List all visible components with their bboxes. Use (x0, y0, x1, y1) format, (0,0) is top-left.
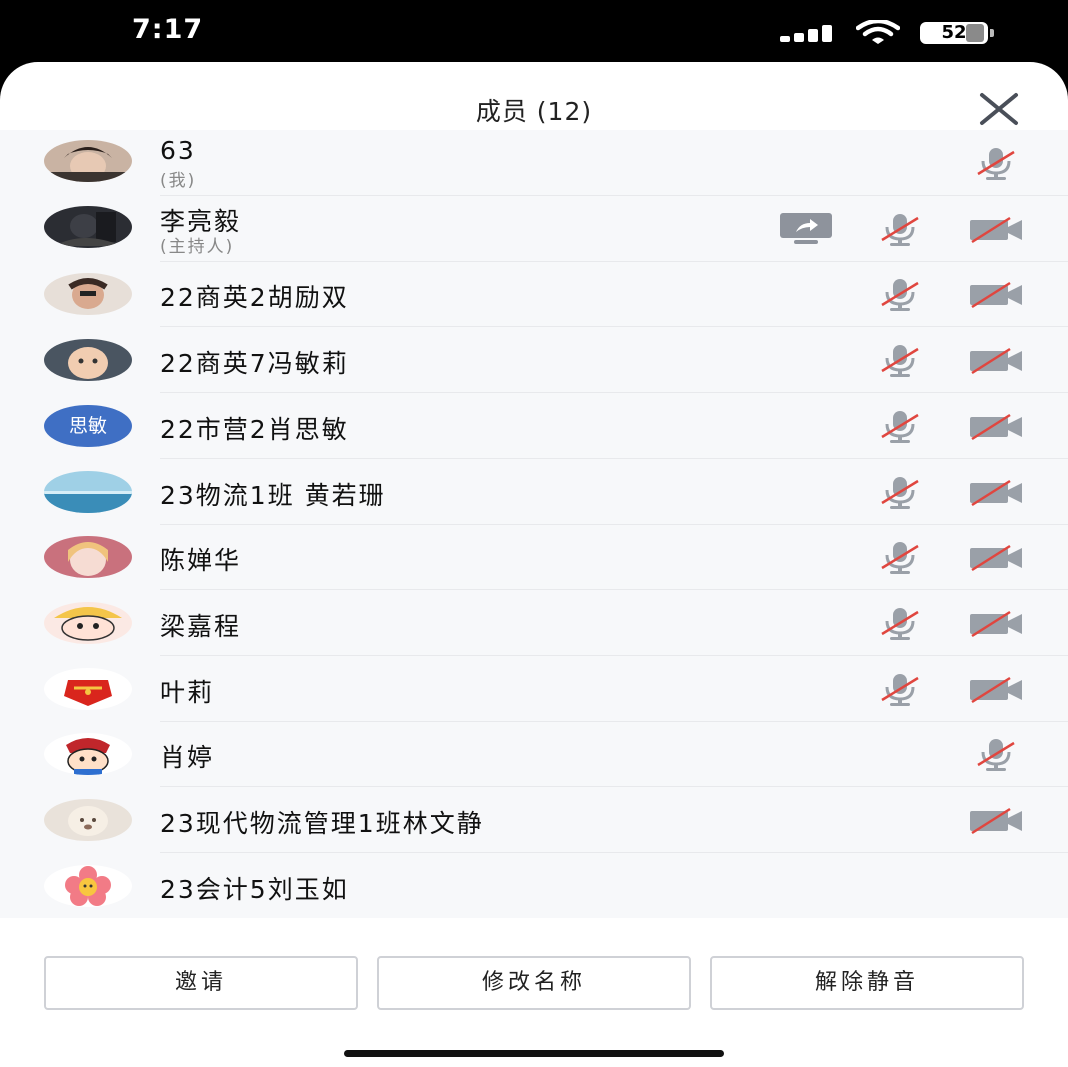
member-list[interactable]: 63 (我) 李亮毅 (主持人) 22商英2胡励双 22商英7冯敏莉思敏 22市营2肖思敏 2… (0, 130, 1068, 918)
camera-off-icon[interactable] (968, 343, 1024, 377)
status-bar: 7:17 52 (0, 0, 1068, 62)
avatar (44, 470, 132, 513)
sheet-title: 成员 (12) (475, 97, 593, 126)
camera-off-icon[interactable] (968, 475, 1024, 509)
muted-mic-icon[interactable] (878, 540, 922, 575)
avatar-initials: 思敏 (68, 414, 107, 437)
wifi-icon (856, 20, 900, 44)
battery-icon: 52 (920, 22, 994, 44)
member-name: 陈婵华 (160, 546, 242, 576)
camera-off-icon[interactable] (968, 606, 1024, 640)
home-indicator (344, 1050, 724, 1057)
avatar (44, 667, 132, 710)
invite-button[interactable]: 邀请 (44, 956, 358, 1010)
avatar (44, 273, 132, 316)
muted-mic-icon[interactable] (878, 277, 922, 312)
camera-off-icon[interactable] (968, 409, 1024, 443)
avatar (44, 864, 132, 907)
member-name: 22市营2肖思敏 (160, 414, 349, 444)
member-name: 22商英7冯敏莉 (160, 349, 349, 379)
avatar (44, 601, 132, 644)
member-row[interactable]: 叶莉 (0, 656, 1068, 722)
muted-mic-icon[interactable] (878, 212, 922, 246)
member-row[interactable]: 23现代物流管理1班林文静 (0, 787, 1068, 853)
member-row[interactable]: 肖婷 (0, 721, 1068, 788)
close-icon[interactable] (978, 92, 1020, 126)
member-row[interactable]: 李亮毅 (主持人) (0, 196, 1068, 262)
camera-off-icon[interactable] (968, 212, 1024, 246)
avatar (44, 140, 132, 182)
member-name: 23现代物流管理1班林文静 (160, 809, 484, 838)
avatar (44, 799, 132, 841)
members-sheet: 成员 (12) 63 (我) 李亮毅 (主持人) 22商英2胡励双 22商英7冯敏莉思敏 2… (0, 62, 1068, 1067)
member-row[interactable]: 陈婵华 (0, 524, 1068, 591)
avatar (44, 536, 132, 579)
avatar (44, 733, 132, 776)
member-name: 63 (160, 136, 196, 165)
action-bar: 邀请 修改名称 解除静音 (0, 918, 1068, 1067)
member-name: 肖婷 (160, 743, 215, 773)
member-name: 叶莉 (160, 677, 215, 707)
screen-share-icon[interactable] (778, 212, 834, 246)
member-role: (我) (160, 171, 197, 191)
member-name: 22商英2胡励双 (160, 283, 349, 313)
member-row[interactable]: 梁嘉程 (0, 590, 1068, 656)
battery-percent: 52 (941, 22, 967, 43)
muted-mic-icon[interactable] (878, 672, 922, 706)
member-row[interactable]: 22商英7冯敏莉 (0, 327, 1068, 394)
member-name: 23物流1班 黄若珊 (160, 480, 386, 510)
muted-mic-icon[interactable] (974, 146, 1018, 180)
camera-off-icon[interactable] (968, 277, 1024, 311)
avatar (44, 339, 132, 382)
sheet-header: 成员 (12) (0, 62, 1068, 130)
muted-mic-icon[interactable] (974, 737, 1018, 772)
cellular-signal-icon (780, 24, 836, 42)
member-role: (主持人) (160, 236, 235, 257)
muted-mic-icon[interactable] (878, 409, 922, 443)
member-row[interactable]: 22商英2胡励双 (0, 261, 1068, 328)
muted-mic-icon[interactable] (878, 606, 922, 640)
camera-off-icon[interactable] (968, 803, 1024, 837)
unmute-all-button[interactable]: 解除静音 (710, 956, 1024, 1010)
muted-mic-icon[interactable] (878, 475, 922, 509)
camera-off-icon[interactable] (968, 540, 1024, 574)
status-time: 7:17 (132, 14, 204, 45)
avatar (44, 205, 132, 248)
muted-mic-icon[interactable] (878, 343, 922, 378)
member-name: 23会计5刘玉如 (160, 874, 349, 904)
avatar: 思敏 (44, 404, 132, 447)
rename-button[interactable]: 修改名称 (377, 956, 691, 1010)
member-name: 梁嘉程 (160, 611, 242, 641)
camera-off-icon[interactable] (968, 672, 1024, 706)
member-row[interactable]: 23物流1班 黄若珊 (0, 459, 1068, 525)
member-row[interactable]: 23会计5刘玉如 (0, 853, 1068, 919)
member-row[interactable]: 63 (我) (0, 130, 1068, 196)
member-row[interactable]: 思敏 22市营2肖思敏 (0, 393, 1068, 459)
